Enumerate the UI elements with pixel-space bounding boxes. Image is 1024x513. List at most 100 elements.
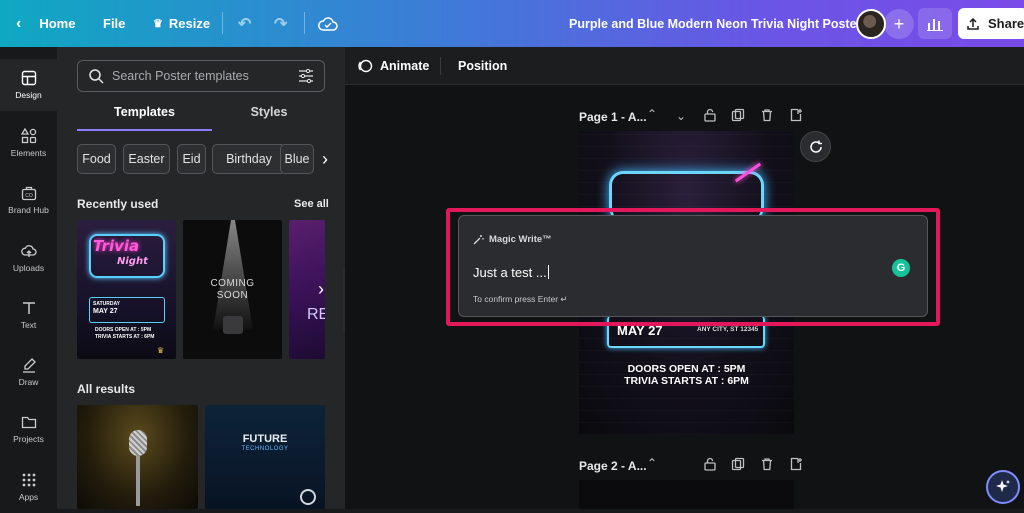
thumb-starts: TRIVIA STARTS AT : 6PM xyxy=(95,334,155,340)
trash-icon[interactable] xyxy=(760,108,774,125)
thumb-future-title: FUTURE xyxy=(242,433,288,445)
templates-panel: Search Poster templates Templates Styles… xyxy=(57,47,345,509)
undo-icon[interactable]: ↶ xyxy=(238,0,251,47)
regenerate-button[interactable] xyxy=(800,131,831,162)
chevron-down-icon[interactable]: ⌄ xyxy=(676,109,686,123)
poster-starts: TRIVIA STARTS AT : 6PM xyxy=(624,375,749,387)
shapes-icon xyxy=(20,128,36,144)
search-icon xyxy=(89,69,104,84)
top-bar: ‹ Home File ♛ Resize ↶ ↷ Purple and Blue… xyxy=(0,0,1024,47)
chevron-right-icon[interactable]: › xyxy=(311,275,331,303)
cloud-saved-icon[interactable] xyxy=(318,0,338,47)
template-thumb-coming-soon[interactable]: COMING SOON xyxy=(183,220,282,359)
text-icon xyxy=(22,302,35,314)
upload-icon xyxy=(967,17,979,30)
poster-doors: DOORS OPEN AT : 5PM xyxy=(627,363,746,375)
crown-icon: ♛ xyxy=(153,18,163,30)
rail-item-elements[interactable]: Elements xyxy=(0,117,57,169)
duplicate-icon[interactable] xyxy=(731,108,745,125)
mic-stand xyxy=(136,456,140,506)
cloud-upload-icon xyxy=(20,245,37,257)
share-button[interactable]: Share xyxy=(958,8,1024,39)
grammarly-icon[interactable]: G xyxy=(892,259,910,277)
refresh-icon xyxy=(809,140,822,153)
sparkle-icon xyxy=(996,480,1010,492)
grid-icon xyxy=(22,473,35,487)
avatar[interactable] xyxy=(856,9,886,39)
animate-icon xyxy=(358,59,373,73)
lock-icon[interactable] xyxy=(703,108,717,125)
chair-shape xyxy=(223,316,243,334)
rail-item-text[interactable]: Text xyxy=(0,289,57,341)
thumb-doors: DOORS OPEN AT : 5PM xyxy=(95,327,152,333)
page-2-label[interactable]: Page 2 - A... xyxy=(579,459,647,473)
thumb-date: MAY 27 xyxy=(93,308,118,315)
folder-icon xyxy=(21,416,36,429)
magic-assistant-button[interactable] xyxy=(986,470,1020,504)
magic-write-hint: To confirm press Enter ↵ xyxy=(473,294,568,304)
add-page-icon[interactable] xyxy=(789,108,803,125)
thumb-coming: COMING xyxy=(210,278,255,289)
context-toolbar: Animate Position xyxy=(345,47,1024,85)
add-page-icon[interactable] xyxy=(789,457,803,474)
layout-icon xyxy=(21,70,36,86)
svg-text:CO: CO xyxy=(25,193,33,199)
chip-eid[interactable]: Eid xyxy=(177,144,206,174)
home-button[interactable]: ‹ Home xyxy=(16,0,75,47)
rail-item-brand-hub[interactable]: CO Brand Hub xyxy=(0,174,57,226)
position-button[interactable]: Position xyxy=(458,47,507,85)
document-title[interactable]: Purple and Blue Modern Neon Trivia Night… xyxy=(569,0,861,47)
template-thumb-future[interactable]: FUTURE TECHNOLOGY xyxy=(205,405,325,509)
plus-icon: + xyxy=(893,13,905,34)
thumb-soon: SOON xyxy=(216,290,249,301)
divider xyxy=(222,12,223,34)
duplicate-icon[interactable] xyxy=(731,457,745,474)
panel-tabs: Templates Styles xyxy=(77,105,325,131)
insights-button[interactable] xyxy=(918,8,952,39)
chip-birthday[interactable]: Birthday xyxy=(212,144,286,174)
tab-styles[interactable]: Styles xyxy=(207,105,331,131)
magic-write-box[interactable]: Magic Write™ Just a test ... To confirm … xyxy=(458,215,928,317)
template-thumb-karaoke[interactable] xyxy=(77,405,198,509)
rail-item-apps[interactable]: Apps xyxy=(0,461,57,513)
add-collaborator-button[interactable]: + xyxy=(884,9,914,39)
divider xyxy=(440,57,441,75)
chip-easter[interactable]: Easter xyxy=(123,144,170,174)
thumb-title: Trivia xyxy=(93,237,140,255)
text-cursor xyxy=(547,265,549,279)
redo-icon[interactable]: ↷ xyxy=(274,0,287,47)
chevron-up-icon[interactable]: ⌃ xyxy=(647,456,657,470)
magic-wand-icon xyxy=(473,235,484,245)
tab-templates[interactable]: Templates xyxy=(77,105,212,131)
file-menu[interactable]: File xyxy=(103,0,125,47)
rail-item-uploads[interactable]: Uploads xyxy=(0,232,57,284)
resize-button[interactable]: ♛ Resize xyxy=(153,0,210,47)
magic-write-input[interactable]: Just a test ... xyxy=(473,265,549,280)
left-rail: Design Elements CO Brand Hub Uploads Tex… xyxy=(0,47,57,509)
chevron-up-icon[interactable]: ⌃ xyxy=(647,107,657,121)
chevron-right-icon[interactable]: › xyxy=(315,144,335,174)
crown-icon: ♛ xyxy=(157,346,165,355)
thumb-day: SATURDAY xyxy=(93,301,120,307)
animate-button[interactable]: Animate xyxy=(357,47,429,85)
see-all-link[interactable]: See all xyxy=(294,198,329,210)
circle-badge xyxy=(300,489,316,505)
filter-icon[interactable] xyxy=(298,69,314,83)
template-thumb-trivia[interactable]: Trivia Night SATURDAY MAY 27 DOORS OPEN … xyxy=(77,220,176,359)
rail-item-draw[interactable]: Draw xyxy=(0,346,57,398)
briefcase-icon: CO xyxy=(21,186,36,201)
chip-blue[interactable]: Blue xyxy=(280,144,314,174)
page-1-label[interactable]: Page 1 - A... xyxy=(579,110,647,124)
rail-item-projects[interactable]: Projects xyxy=(0,403,57,455)
chip-food[interactable]: Food xyxy=(77,144,116,174)
bar-chart-icon xyxy=(927,18,943,31)
poster-page-2[interactable] xyxy=(579,480,794,509)
thumb-partial-text: RE xyxy=(307,306,325,323)
lock-icon[interactable] xyxy=(703,457,717,474)
thumb-future-sub: TECHNOLOGY xyxy=(241,446,289,452)
search-input[interactable]: Search Poster templates xyxy=(77,60,325,92)
trash-icon[interactable] xyxy=(760,457,774,474)
rail-item-design[interactable]: Design xyxy=(0,59,57,111)
magic-write-title: Magic Write™ xyxy=(473,234,552,245)
microphone-shape xyxy=(129,430,147,456)
